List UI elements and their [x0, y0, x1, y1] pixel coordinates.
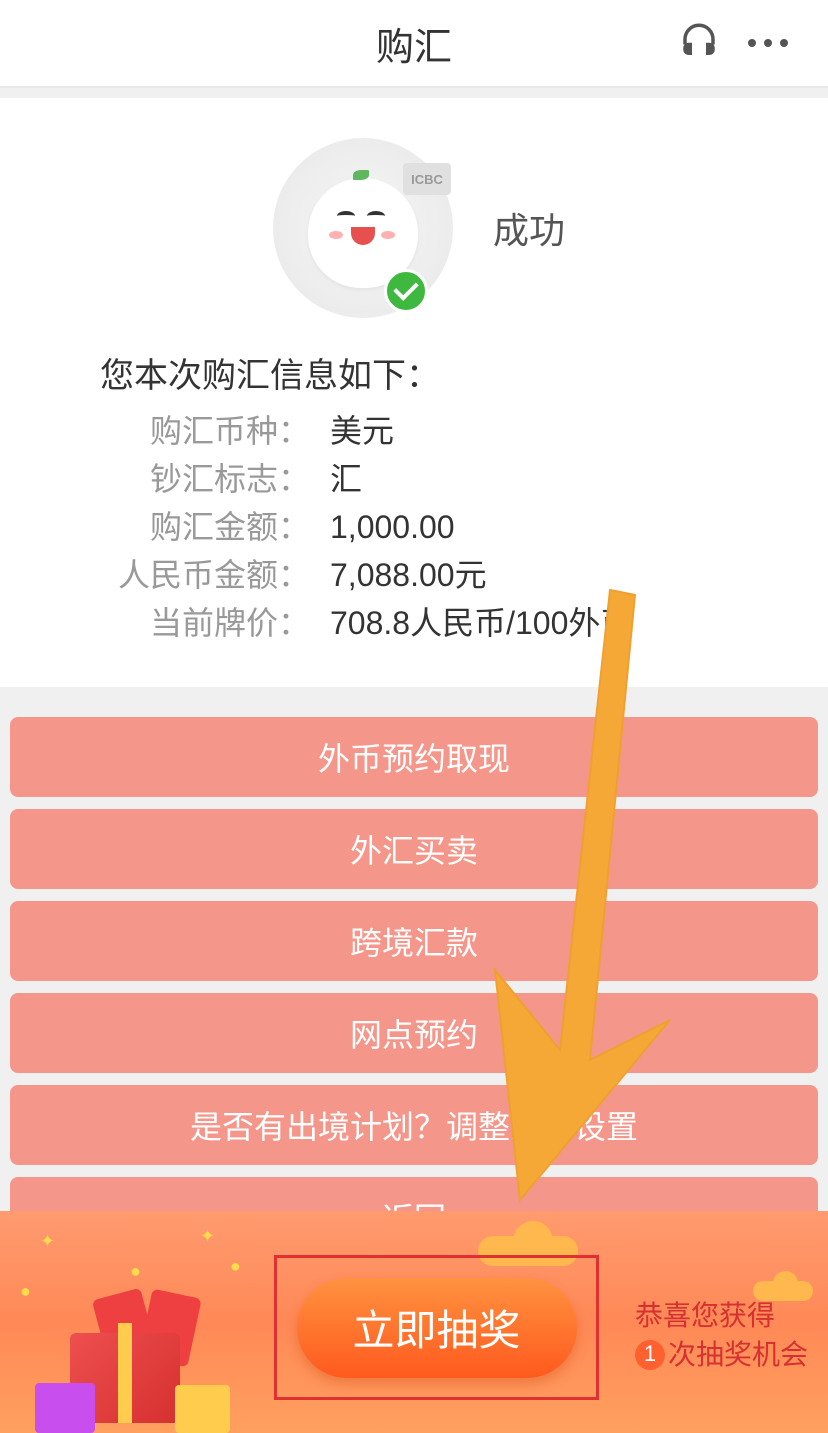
- info-row-flag: 钞汇标志： 汇: [100, 455, 728, 503]
- cross-border-button[interactable]: 跨境汇款: [10, 901, 818, 981]
- info-title: 您本次购汇信息如下：: [0, 348, 828, 397]
- info-label: 当前牌价：: [100, 599, 310, 647]
- info-label: 购汇金额：: [100, 503, 310, 551]
- header: 购汇: [0, 0, 828, 88]
- info-value: 1,000.00: [310, 503, 728, 551]
- status-section: ICBC 成功: [0, 128, 828, 348]
- status-text: 成功: [493, 202, 565, 254]
- more-icon[interactable]: [748, 39, 788, 47]
- icbc-badge: ICBC: [403, 163, 451, 195]
- info-row-currency: 购汇币种： 美元: [100, 407, 728, 455]
- travel-plan-button[interactable]: 是否有出境计划？调整意愿设置: [10, 1085, 818, 1165]
- page-title: 购汇: [376, 16, 452, 71]
- info-value: 汇: [310, 455, 728, 503]
- header-actions: [678, 20, 788, 67]
- info-value: 美元: [310, 407, 728, 455]
- success-check-icon: [384, 269, 428, 313]
- buttons-section: 外币预约取现 外汇买卖 跨境汇款 网点预约 是否有出境计划？调整意愿设置 返回: [0, 687, 828, 1279]
- draw-button[interactable]: 立即抽奖: [297, 1278, 577, 1378]
- info-value: 708.8人民币/100外币: [310, 599, 728, 647]
- congrats-line2: 次抽奖机会: [668, 1335, 808, 1374]
- info-table: 购汇币种： 美元 钞汇标志： 汇 购汇金额： 1,000.00 人民币金额： 7…: [0, 407, 828, 647]
- lottery-banner: ✦ ● ✦ ● ● 立即抽奖 恭喜您获得 1 次抽奖机会: [0, 1211, 828, 1433]
- info-label: 钞汇标志：: [100, 455, 310, 503]
- support-icon[interactable]: [678, 20, 720, 67]
- info-value: 7,088.00元: [310, 551, 728, 599]
- congrats-line1: 恭喜您获得: [635, 1296, 808, 1335]
- draw-highlight-box: 立即抽奖: [274, 1255, 599, 1400]
- branch-reserve-button[interactable]: 网点预约: [10, 993, 818, 1073]
- gift-icon: [40, 1283, 240, 1433]
- mascot-icon: ICBC: [263, 128, 463, 328]
- info-row-rmb: 人民币金额： 7,088.00元: [100, 551, 728, 599]
- draw-count: 1: [635, 1340, 665, 1370]
- info-label: 购汇币种：: [100, 407, 310, 455]
- foreign-withdraw-button[interactable]: 外币预约取现: [10, 717, 818, 797]
- congrats-text: 恭喜您获得 1 次抽奖机会: [635, 1296, 808, 1374]
- info-row-rate: 当前牌价： 708.8人民币/100外币: [100, 599, 728, 647]
- result-card: ICBC 成功 您本次购汇信息如下： 购汇币种： 美元 钞汇标志： 汇 购汇金额…: [0, 98, 828, 687]
- info-row-amount: 购汇金额： 1,000.00: [100, 503, 728, 551]
- forex-trade-button[interactable]: 外汇买卖: [10, 809, 818, 889]
- info-label: 人民币金额：: [100, 551, 310, 599]
